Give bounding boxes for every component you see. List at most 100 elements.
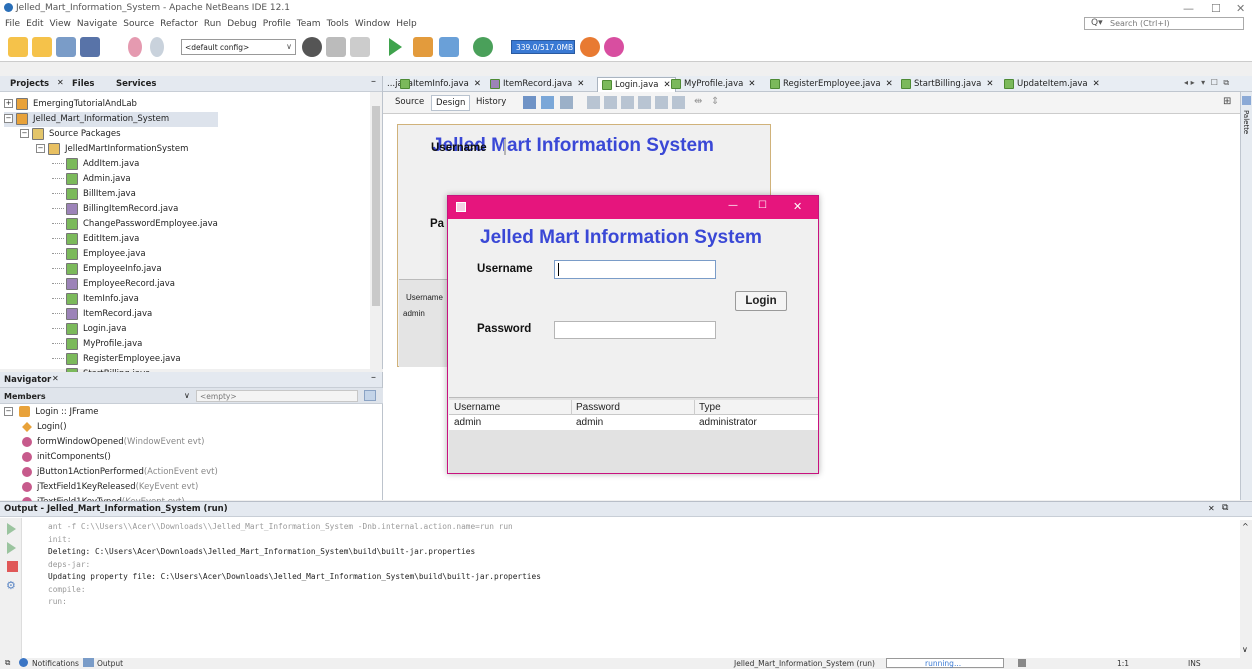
tree-item[interactable]: Admin.java xyxy=(4,172,218,187)
preview-design-icon[interactable] xyxy=(560,96,573,109)
navigator-item[interactable]: formWindowOpened(WindowEvent evt) xyxy=(22,435,218,450)
login-window[interactable]: — ☐ ✕ Jelled Mart Information System Use… xyxy=(447,195,819,474)
filter-select[interactable]: <empty> xyxy=(196,390,358,402)
tree-item[interactable]: RegisterEmployee.java xyxy=(4,352,218,367)
minimize-icon[interactable]: — xyxy=(1183,2,1194,15)
tab-source[interactable]: Source xyxy=(395,97,424,107)
settings-icon[interactable]: ⚙ xyxy=(6,579,16,592)
align-left-icon[interactable] xyxy=(587,96,600,109)
tree-item[interactable]: ItemInfo.java xyxy=(4,292,218,307)
close-tab-icon[interactable]: ✕ xyxy=(748,79,755,89)
editor-tab[interactable]: StartBilling.java ✕ xyxy=(897,77,997,92)
scroll-tabs-right-icon[interactable]: ▸ xyxy=(1191,78,1195,87)
scrollbar[interactable] xyxy=(370,92,382,369)
menu-item-view[interactable]: View xyxy=(50,19,71,29)
minimize-icon[interactable]: — xyxy=(728,200,738,211)
column-header[interactable]: Type xyxy=(699,402,721,413)
close-tab-icon[interactable]: ✕ xyxy=(1093,79,1100,89)
menu-item-edit[interactable]: Edit xyxy=(26,19,43,29)
apply-code-changes-icon[interactable] xyxy=(473,37,493,57)
tab-projects[interactable]: Projects xyxy=(10,79,49,89)
notifications-tab[interactable]: Notifications xyxy=(32,659,79,668)
run-icon[interactable] xyxy=(389,38,402,56)
chevron-up-icon[interactable]: ^ xyxy=(1242,522,1249,531)
menu-item-debug[interactable]: Debug xyxy=(227,19,257,29)
column-header[interactable]: Username xyxy=(454,402,500,413)
menu-item-navigate[interactable]: Navigate xyxy=(77,19,117,29)
password-input[interactable] xyxy=(554,321,716,339)
output-tab[interactable]: Output xyxy=(97,659,123,668)
navigator-title[interactable]: Navigator xyxy=(4,375,51,385)
build-icon[interactable] xyxy=(350,37,370,57)
selection-mode-icon[interactable] xyxy=(523,96,536,109)
tab-close-icon[interactable]: ✕ xyxy=(57,78,64,87)
menu-item-tools[interactable]: Tools xyxy=(327,19,349,29)
menu-item-source[interactable]: Source xyxy=(123,19,154,29)
editor-tab[interactable]: ItemInfo.java ✕ xyxy=(396,77,485,92)
new-project-icon[interactable] xyxy=(8,37,28,57)
tree-item[interactable]: EmployeeInfo.java xyxy=(4,262,218,277)
maximize-icon[interactable]: ☐ xyxy=(1211,2,1221,15)
undo-icon[interactable] xyxy=(128,37,142,57)
chevron-down-icon[interactable]: ∨ xyxy=(184,391,190,400)
save-all-icon[interactable] xyxy=(80,37,100,57)
rerun-with-options-icon[interactable] xyxy=(7,542,16,554)
expand-toggle-icon[interactable]: + xyxy=(4,99,13,108)
menu-item-profile[interactable]: Profile xyxy=(263,19,291,29)
minimize-panel-icon[interactable]: – xyxy=(371,76,376,87)
globe-icon[interactable] xyxy=(302,37,322,57)
tree-item[interactable]: AddItem.java xyxy=(4,157,218,172)
navigator-root[interactable]: − Login :: JFrame xyxy=(4,405,98,420)
menu-item-help[interactable]: Help xyxy=(396,19,417,29)
tree-item[interactable]: − Jelled_Mart_Information_System xyxy=(4,112,218,127)
tree-item[interactable]: BillItem.java xyxy=(4,187,218,202)
expand-toggle-icon[interactable]: − xyxy=(4,114,13,123)
editor-tab[interactable]: RegisterEmployee.java ✕ xyxy=(766,77,897,92)
tree-item[interactable]: MyProfile.java xyxy=(4,337,218,352)
editor-tab[interactable]: Login.java ✕ xyxy=(597,77,676,92)
search-box[interactable]: Q▾ Search (Ctrl+I) xyxy=(1084,17,1244,30)
scroll-tabs-left-icon[interactable]: ◂ xyxy=(1184,78,1188,87)
rerun-icon[interactable] xyxy=(7,523,16,535)
debug-icon[interactable] xyxy=(413,37,433,57)
menu-item-window[interactable]: Window xyxy=(355,19,391,29)
gc-icon[interactable] xyxy=(580,37,600,57)
tree-item[interactable]: BillingItemRecord.java xyxy=(4,202,218,217)
tree-item[interactable]: ChangePasswordEmployee.java xyxy=(4,217,218,232)
menu-item-file[interactable]: File xyxy=(5,19,20,29)
close-icon[interactable]: ✕ xyxy=(52,374,59,383)
chevron-down-icon[interactable]: ∨ xyxy=(1242,645,1248,654)
tree-item[interactable]: EditItem.java xyxy=(4,232,218,247)
open-project-icon[interactable] xyxy=(56,37,76,57)
float-panel-icon[interactable]: ⧉ xyxy=(1222,503,1228,513)
new-file-icon[interactable] xyxy=(32,37,52,57)
navigator-item[interactable]: Login() xyxy=(22,420,218,435)
center-vertically-icon[interactable] xyxy=(672,96,685,109)
close-tab-icon[interactable]: ✕ xyxy=(474,79,481,89)
maximize-icon[interactable]: ☐ xyxy=(758,200,767,211)
palette-strip[interactable]: Palette xyxy=(1240,92,1252,500)
tab-list-icon[interactable]: ▾ xyxy=(1201,78,1205,87)
stop-icon[interactable] xyxy=(7,561,18,572)
window-title-bar[interactable]: — ☐ ✕ xyxy=(448,196,818,219)
connection-mode-icon[interactable] xyxy=(541,96,554,109)
align-right-icon[interactable] xyxy=(604,96,617,109)
close-icon[interactable]: ✕ xyxy=(1236,2,1245,15)
config-select[interactable]: <default config> ∨ xyxy=(181,39,296,55)
scrollbar[interactable]: ^ ∨ xyxy=(1240,520,1252,658)
expand-editor-icon[interactable]: ⊞ xyxy=(1223,96,1231,107)
menu-item-run[interactable]: Run xyxy=(204,19,221,29)
tab-files[interactable]: Files xyxy=(72,79,94,89)
align-bottom-icon[interactable] xyxy=(655,96,668,109)
navigator-item[interactable]: jButton1ActionPerformed(ActionEvent evt) xyxy=(22,465,218,480)
tab-history[interactable]: History xyxy=(476,97,506,107)
float-icon[interactable]: ⧉ xyxy=(5,658,10,668)
tree-item[interactable]: − Source Packages xyxy=(4,127,218,142)
tree-item[interactable]: − JelledMartInformationSystem xyxy=(4,142,218,157)
close-tab-icon[interactable]: ✕ xyxy=(577,79,584,89)
notifications-icon[interactable] xyxy=(19,658,28,667)
login-button[interactable]: Login xyxy=(735,291,787,311)
table-row[interactable]: admin admin administrator xyxy=(449,415,818,430)
profile-icon[interactable] xyxy=(439,37,459,57)
gc-profile-icon[interactable] xyxy=(604,37,624,57)
